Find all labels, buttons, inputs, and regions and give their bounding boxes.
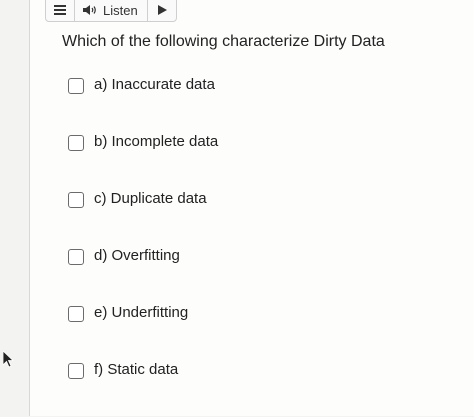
answer-options: a) Inaccurate data b) Incomplete data c)… <box>68 75 218 417</box>
play-icon <box>157 5 167 15</box>
option-label: f) Static data <box>94 361 179 378</box>
menu-button[interactable] <box>46 0 75 21</box>
checkbox[interactable] <box>68 306 84 322</box>
option-label: c) Duplicate data <box>94 190 207 207</box>
listen-toolbar: Listen <box>45 0 177 22</box>
checkbox[interactable] <box>68 78 84 94</box>
mouse-pointer-icon <box>3 351 15 368</box>
option-d[interactable]: d) Overfitting <box>68 246 218 303</box>
option-a[interactable]: a) Inaccurate data <box>68 75 218 132</box>
play-button[interactable] <box>148 0 176 21</box>
option-e[interactable]: e) Underfitting <box>68 303 218 360</box>
hamburger-menu-icon <box>54 5 66 15</box>
option-label: a) Inaccurate data <box>94 76 215 93</box>
checkbox[interactable] <box>68 249 84 265</box>
speaker-icon <box>83 5 96 15</box>
checkbox[interactable] <box>68 192 84 208</box>
question-text: Which of the following characterize Dirt… <box>62 33 385 50</box>
checkbox[interactable] <box>68 363 84 379</box>
listen-button[interactable]: Listen <box>75 0 148 21</box>
option-c[interactable]: c) Duplicate data <box>68 189 218 246</box>
option-f[interactable]: f) Static data <box>68 360 218 417</box>
option-b[interactable]: b) Incomplete data <box>68 132 218 189</box>
option-label: d) Overfitting <box>94 247 180 264</box>
listen-label: Listen <box>103 2 138 18</box>
option-label: e) Underfitting <box>94 304 189 321</box>
checkbox[interactable] <box>68 135 84 151</box>
option-label: b) Incomplete data <box>94 133 219 150</box>
